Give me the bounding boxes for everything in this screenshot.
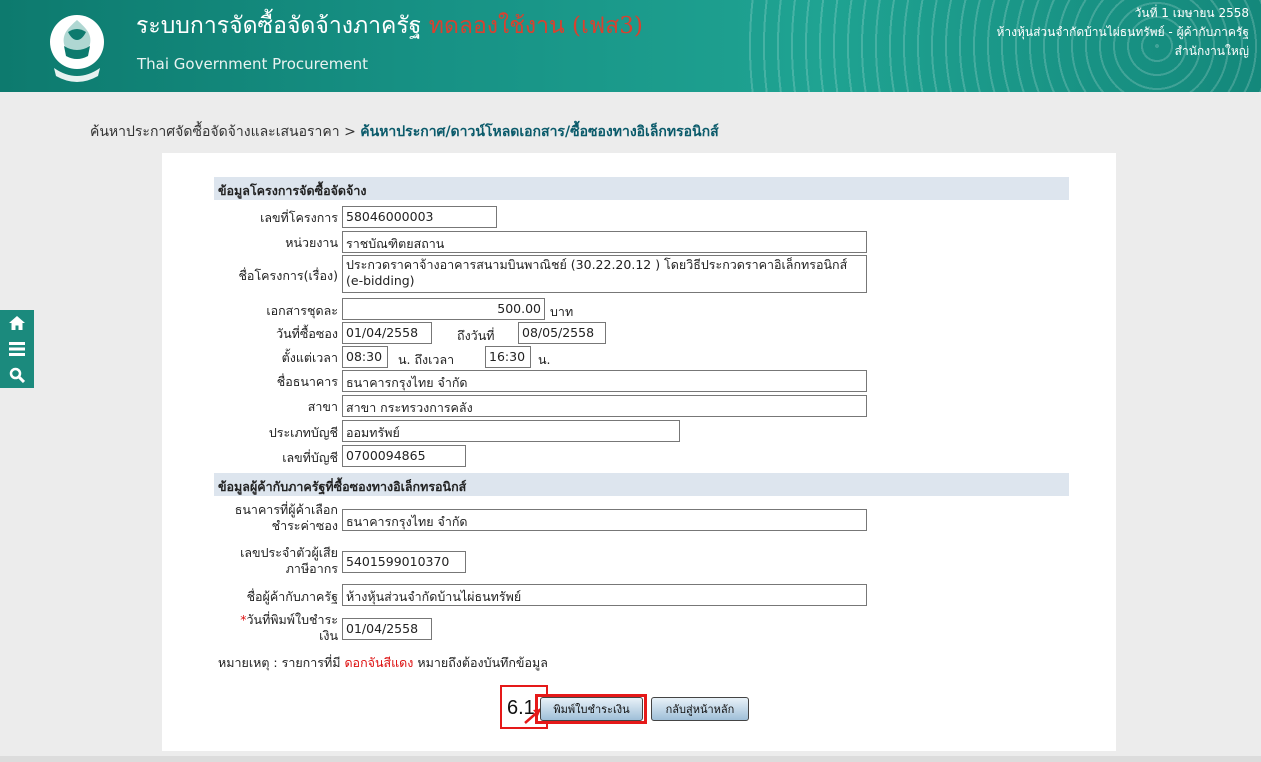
vendor-bank-label: ธนาคารที่ผู้ค้าเลือก ชำระค่าซอง <box>214 502 338 534</box>
menu-icon[interactable] <box>0 336 34 362</box>
required-note: หมายเหตุ : รายการที่มี ดอกจันสีแดง หมายถ… <box>218 653 548 673</box>
search-icon[interactable] <box>0 362 34 388</box>
note-highlight: ดอกจันสีแดง <box>344 655 414 670</box>
project-section-header: ข้อมูลโครงการจัดซื้อจัดจ้าง <box>214 177 1069 200</box>
time-from-label: ตั้งแต่เวลา <box>281 350 338 365</box>
account-no-field[interactable]: 0700094865 <box>342 445 466 467</box>
account-type-field[interactable]: ออมทรัพย์ <box>342 420 680 442</box>
bank-field[interactable]: ธนาคารกรุงไทย จำกัด <box>342 370 867 392</box>
tax-id-label-line1: เลขประจำตัวผู้เสีย <box>240 545 338 560</box>
print-date-label: *วันที่พิมพ์ใบชำระ เงิน <box>214 612 338 644</box>
tax-id-label-line2: ภาษีอากร <box>285 561 338 576</box>
user-info: วันที่ 1 เมษายน 2558 ห้างหุ้นส่วนจำกัดบ้… <box>996 4 1249 61</box>
tax-id-label: เลขประจำตัวผู้เสีย ภาษีอากร <box>214 545 338 577</box>
agency-label: หน่วยงาน <box>285 235 338 250</box>
vendor-bank-field[interactable]: ธนาคารกรุงไทย จำกัด <box>342 509 867 531</box>
project-no-field[interactable]: 58046000003 <box>342 206 497 228</box>
tax-id-field[interactable]: 5401599010370 <box>342 551 466 573</box>
print-date-label-line1: วันที่พิมพ์ใบชำระ <box>246 612 339 627</box>
company-name: ห้างหุ้นส่วนจำกัดบ้านไผ่ธนทรัพย์ - ผู้ค้… <box>996 25 1249 39</box>
app-subtitle: Thai Government Procurement <box>137 55 368 73</box>
project-name-label: ชื่อโครงการ(เรื่อง) <box>238 268 338 283</box>
doc-price-label: เอกสารชุดละ <box>266 303 338 318</box>
time-to-label: น. ถึงเวลา <box>398 352 455 367</box>
project-name-field[interactable]: ประกวดราคาจ้างอาคารสนามบินพาณิชย์ (30.22… <box>342 255 867 293</box>
print-date-field[interactable]: 01/04/2558 <box>342 618 432 640</box>
note-suffix: หมายถึงต้องบันทึกข้อมูล <box>417 655 548 670</box>
account-type-label: ประเภทบัญชี <box>268 425 338 440</box>
app-header: ระบบการจัดซื้อจัดจ้างภาครัฐ ทดลองใช้งาน … <box>0 0 1261 92</box>
bank-label: ชื่อธนาคาร <box>276 374 338 389</box>
project-no-label: เลขที่โครงการ <box>260 210 338 225</box>
print-payment-button[interactable]: พิมพ์ใบชำระเงิน <box>540 697 643 721</box>
agency-field[interactable]: ราชบัณฑิตยสถาน <box>342 231 867 253</box>
buy-date-to-field[interactable]: 08/05/2558 <box>518 322 606 344</box>
vendor-name-label: ชื่อผู้ค้ากับภาครัฐ <box>246 589 338 604</box>
current-date: วันที่ 1 เมษายน 2558 <box>1134 6 1249 20</box>
breadcrumb-separator: > <box>344 124 356 140</box>
footer-strip <box>0 756 1261 762</box>
breadcrumb: ค้นหาประกาศจัดซื้อจัดจ้างและเสนอราคา > ค… <box>90 121 719 143</box>
to-date-label: ถึงวันที่ <box>457 328 495 343</box>
home-icon[interactable] <box>0 310 34 336</box>
app-title: ระบบการจัดซื้อจัดจ้างภาครัฐ ทดลองใช้งาน … <box>136 13 643 39</box>
breadcrumb-parent[interactable]: ค้นหาประกาศจัดซื้อจัดจ้างและเสนอราคา <box>90 124 340 140</box>
time-from-field[interactable]: 08:30 <box>342 346 388 368</box>
vendor-bank-label-line2: ชำระค่าซอง <box>271 518 338 533</box>
note-prefix: หมายเหตุ : รายการที่มี <box>218 655 341 670</box>
breadcrumb-current: ค้นหาประกาศ/ดาวน์โหลดเอกสาร/ซื้อซองทางอิ… <box>360 124 719 140</box>
vendor-bank-label-line1: ธนาคารที่ผู้ค้าเลือก <box>234 502 338 517</box>
vendor-section-header: ข้อมูลผู้ค้ากับภาครัฐที่ซื้อซองทางอิเล็ก… <box>214 473 1069 496</box>
print-date-label-line2: เงิน <box>319 628 338 643</box>
buy-date-label: วันที่ซื้อซอง <box>276 326 338 341</box>
currency-text: บาท <box>550 304 574 319</box>
office-name: สำนักงานใหญ่ <box>1174 44 1249 58</box>
vendor-name-field[interactable]: ห้างหุ้นส่วนจำกัดบ้านไผ่ธนทรัพย์ <box>342 584 867 606</box>
time-unit-text: น. <box>538 352 551 367</box>
comptroller-logo <box>50 15 104 82</box>
side-nav <box>0 310 34 388</box>
doc-price-field[interactable]: 500.00 <box>342 298 545 320</box>
branch-label: สาขา <box>307 399 338 414</box>
project-name-line2: (e-bidding) <box>346 273 415 288</box>
time-to-field[interactable]: 16:30 <box>485 346 531 368</box>
buy-date-from-field[interactable]: 01/04/2558 <box>342 322 432 344</box>
branch-field[interactable]: สาขา กระทรวงการคลัง <box>342 395 867 417</box>
main-panel: ข้อมูลโครงการจัดซื้อจัดจ้าง เลขที่โครงกา… <box>162 153 1116 751</box>
account-no-label: เลขที่บัญชี <box>282 450 338 465</box>
back-home-button[interactable]: กลับสู่หน้าหลัก <box>651 697 749 721</box>
trial-badge: ทดลองใช้งาน (เฟส3) <box>428 13 643 39</box>
project-name-line1: ประกวดราคาจ้างอาคารสนามบินพาณิชย์ (30.22… <box>346 257 848 272</box>
